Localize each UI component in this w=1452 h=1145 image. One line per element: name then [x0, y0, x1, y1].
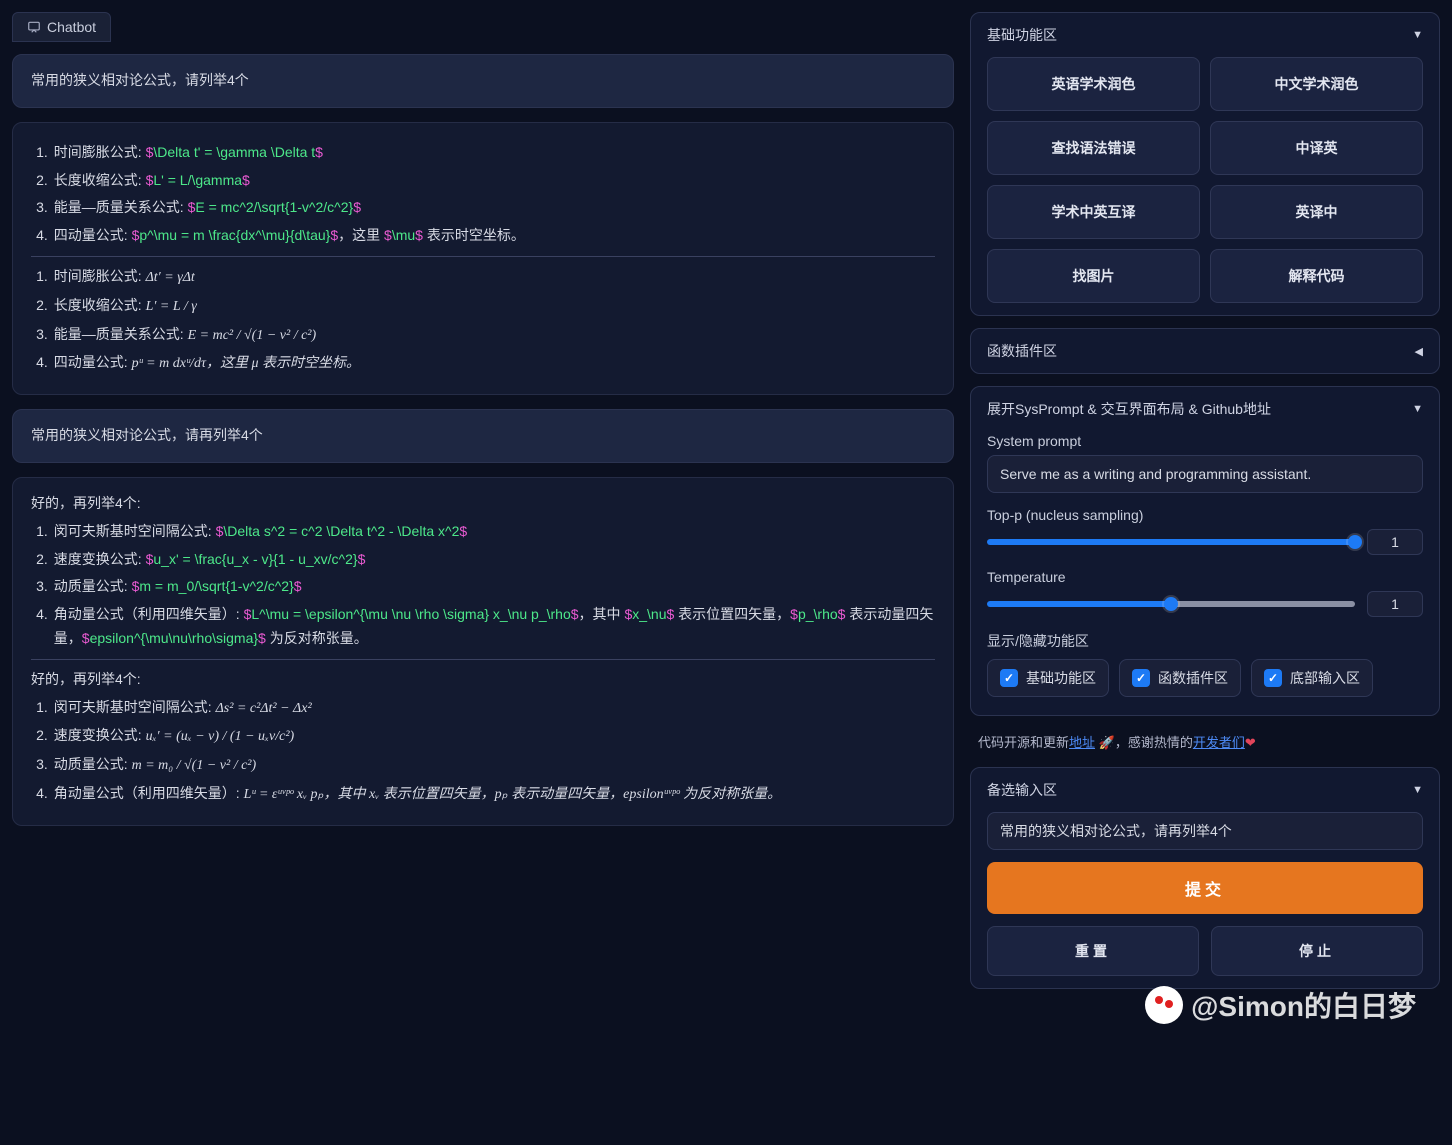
source-link[interactable]: 地址: [1069, 735, 1095, 750]
alt-input-title: 备选输入区: [987, 780, 1057, 800]
list-item: 2.长度收缩公式: L′ = L / γ: [31, 294, 935, 319]
list-item: 1.时间膨胀公式: Δt′ = γΔt: [31, 265, 935, 290]
list-item: 1.闵可夫斯基时空间隔公式: Δs² = c²Δt² − Δx²: [31, 696, 935, 721]
user-message-1: 常用的狭义相对论公式，请列举4个: [12, 54, 954, 108]
list-item: 2.长度收缩公式: $L' = L/\gamma$: [31, 169, 935, 193]
plugins-panel: 函数插件区 ◀: [970, 328, 1440, 374]
footer-note: 代码开源和更新地址 🚀，感谢热情的开发者们❤: [970, 728, 1440, 755]
list-item: 1.时间膨胀公式: $\Delta t' = \gamma \Delta t$: [31, 141, 935, 165]
toggle-bottom-input[interactable]: ✓底部输入区: [1251, 659, 1373, 697]
topp-value[interactable]: 1: [1367, 529, 1423, 555]
alt-input-header[interactable]: 备选输入区 ▼: [987, 780, 1423, 800]
tab-label: Chatbot: [47, 19, 96, 35]
sysprompt-panel-header[interactable]: 展开SysPrompt & 交互界面布局 & Github地址 ▼: [987, 399, 1423, 419]
list-item: 4.四动量公式: $p^\mu = m \frac{dx^\mu}{d\tau}…: [31, 224, 935, 248]
chevron-down-icon: ▼: [1412, 784, 1423, 796]
chevron-down-icon: ▼: [1412, 403, 1423, 415]
list-item: 4.四动量公式: pᵘ = m dxᵘ/dτ，这里 μ 表示时空坐标。: [31, 351, 935, 376]
rendered-list-1: 1.时间膨胀公式: Δt′ = γΔt 2.长度收缩公式: L′ = L / γ…: [31, 265, 935, 376]
fn-btn-explain-code[interactable]: 解释代码: [1210, 249, 1423, 303]
assistant-intro: 好的，再列举4个:: [31, 492, 935, 516]
temperature-value[interactable]: 1: [1367, 591, 1423, 617]
topp-slider[interactable]: [987, 539, 1355, 545]
topp-label: Top-p (nucleus sampling): [987, 507, 1423, 523]
assistant-message-1: 1.时间膨胀公式: $\Delta t' = \gamma \Delta t$ …: [12, 122, 954, 395]
rendered-list-2: 1.闵可夫斯基时空间隔公式: Δs² = c²Δt² − Δx² 2.速度变换公…: [31, 696, 935, 807]
raw-list-2: 1.闵可夫斯基时空间隔公式: $\Delta s^2 = c^2 \Delta …: [31, 520, 935, 651]
devs-link[interactable]: 开发者们: [1193, 735, 1245, 750]
chat-icon: [27, 20, 41, 34]
plugins-panel-header[interactable]: 函数插件区 ◀: [987, 341, 1423, 361]
toggle-section-label: 显示/隐藏功能区: [987, 631, 1423, 651]
alt-input-field[interactable]: [987, 812, 1423, 850]
sysprompt-panel: 展开SysPrompt & 交互界面布局 & Github地址 ▼ System…: [970, 386, 1440, 716]
rendered-intro: 好的，再列举4个:: [31, 668, 935, 692]
temperature-label: Temperature: [987, 569, 1423, 585]
checkbox-checked-icon: ✓: [1132, 669, 1150, 687]
fn-btn-academic-translate[interactable]: 学术中英互译: [987, 185, 1200, 239]
list-item: 1.闵可夫斯基时空间隔公式: $\Delta s^2 = c^2 \Delta …: [31, 520, 935, 544]
divider: [31, 659, 935, 660]
fn-btn-zh-to-en[interactable]: 中译英: [1210, 121, 1423, 175]
list-item: 2.速度变换公式: uₓ′ = (uₓ − v) / (1 − uₓv/c²): [31, 724, 935, 749]
basic-panel: 基础功能区 ▼ 英语学术润色 中文学术润色 查找语法错误 中译英 学术中英互译 …: [970, 12, 1440, 316]
basic-panel-title: 基础功能区: [987, 25, 1057, 45]
user-message-2: 常用的狭义相对论公式，请再列举4个: [12, 409, 954, 463]
list-item: 3.能量—质量关系公式: $E = mc^2/\sqrt{1-v^2/c^2}$: [31, 196, 935, 220]
list-item: 4.角动量公式（利用四维矢量）: Lᵘ = εᵘᵛᵖᵒ xᵥ pₚ，其中 xᵥ …: [31, 782, 935, 807]
rocket-icon: 🚀: [1099, 735, 1115, 750]
plugins-panel-title: 函数插件区: [987, 341, 1057, 361]
heart-icon: ❤: [1245, 735, 1256, 750]
list-item: 3.能量—质量关系公式: E = mc² / √(1 − v² / c²): [31, 323, 935, 348]
slider-thumb[interactable]: [1348, 535, 1362, 549]
list-item: 3.动质量公式: m = m₀ / √(1 − v² / c²): [31, 753, 935, 778]
basic-button-grid: 英语学术润色 中文学术润色 查找语法错误 中译英 学术中英互译 英译中 找图片 …: [987, 57, 1423, 303]
submit-button[interactable]: 提交: [987, 862, 1423, 914]
user-message-2-text: 常用的狭义相对论公式，请再列举4个: [31, 427, 263, 443]
tab-bar: Chatbot: [12, 12, 954, 42]
chevron-left-icon: ◀: [1415, 345, 1423, 358]
list-item: 2.速度变换公式: $u_x' = \frac{u_x - v}{1 - u_x…: [31, 548, 935, 572]
reset-button[interactable]: 重置: [987, 926, 1199, 976]
raw-list-1: 1.时间膨胀公式: $\Delta t' = \gamma \Delta t$ …: [31, 141, 935, 248]
basic-panel-header[interactable]: 基础功能区 ▼: [987, 25, 1423, 45]
toggle-plugins[interactable]: ✓函数插件区: [1119, 659, 1241, 697]
checkbox-checked-icon: ✓: [1000, 669, 1018, 687]
fn-btn-english-polish[interactable]: 英语学术润色: [987, 57, 1200, 111]
alt-input-panel: 备选输入区 ▼ 提交 重置 停止: [970, 767, 1440, 989]
fn-btn-find-image[interactable]: 找图片: [987, 249, 1200, 303]
divider: [31, 256, 935, 257]
stop-button[interactable]: 停止: [1211, 926, 1423, 976]
user-message-1-text: 常用的狭义相对论公式，请列举4个: [31, 72, 249, 88]
fn-btn-en-to-zh[interactable]: 英译中: [1210, 185, 1423, 239]
list-item: 3.动质量公式: $m = m_0/\sqrt{1-v^2/c^2}$: [31, 575, 935, 599]
checkbox-checked-icon: ✓: [1264, 669, 1282, 687]
chat-area: 常用的狭义相对论公式，请列举4个 1.时间膨胀公式: $\Delta t' = …: [12, 54, 954, 1133]
toggle-basic[interactable]: ✓基础功能区: [987, 659, 1109, 697]
system-prompt-label: System prompt: [987, 433, 1423, 449]
slider-thumb[interactable]: [1164, 597, 1178, 611]
tab-chatbot[interactable]: Chatbot: [12, 12, 111, 42]
assistant-message-2: 好的，再列举4个: 1.闵可夫斯基时空间隔公式: $\Delta s^2 = c…: [12, 477, 954, 826]
fn-btn-chinese-polish[interactable]: 中文学术润色: [1210, 57, 1423, 111]
system-prompt-input[interactable]: [987, 455, 1423, 493]
toggle-group: ✓基础功能区 ✓函数插件区 ✓底部输入区: [987, 659, 1423, 697]
fn-btn-grammar[interactable]: 查找语法错误: [987, 121, 1200, 175]
sysprompt-panel-title: 展开SysPrompt & 交互界面布局 & Github地址: [987, 399, 1271, 419]
temperature-slider[interactable]: [987, 601, 1355, 607]
list-item: 4.角动量公式（利用四维矢量）: $L^\mu = \epsilon^{\mu …: [31, 603, 935, 651]
chevron-down-icon: ▼: [1412, 29, 1423, 41]
